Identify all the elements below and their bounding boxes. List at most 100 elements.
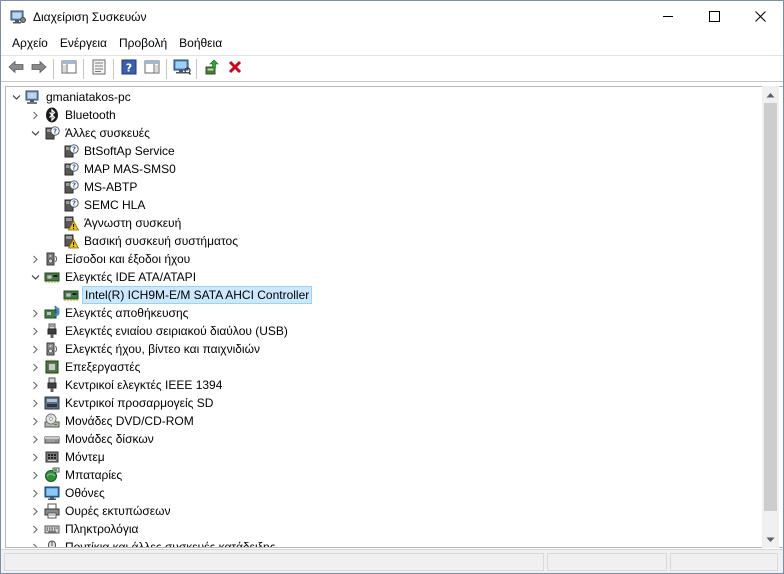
status-pane-main — [4, 553, 544, 571]
tree-category-node[interactable]: Μόντεμ — [29, 448, 107, 466]
tree-category-node[interactable]: Μονάδες DVD/CD-ROM — [29, 412, 196, 430]
toolbar-separator — [53, 58, 54, 79]
close-button[interactable] — [737, 1, 783, 32]
show-hide-action-pane-button[interactable] — [140, 57, 163, 80]
properties-panel-icon — [61, 59, 77, 78]
tree-category-node[interactable]: ? Άλλες συσκευές — [29, 124, 152, 142]
menu-help[interactable]: Βοήθεια — [174, 33, 227, 53]
monitor-scan-icon — [173, 59, 191, 78]
tree-node-label: Ουρές εκτυπώσεων — [65, 504, 171, 518]
tree-node-label: Οθόνες — [65, 486, 105, 500]
tree-node-label: Κεντρικοί ελεγκτές IEEE 1394 — [65, 378, 223, 392]
tree-device-node[interactable]: Βασική συσκευή συστήματος — [48, 232, 240, 250]
vertical-scrollbar[interactable] — [762, 86, 779, 548]
tree-category-node[interactable]: Κεντρικοί προσαρμογείς SD — [29, 394, 215, 412]
printer-icon — [44, 503, 60, 519]
chevron-right-icon[interactable] — [29, 448, 41, 466]
back-button[interactable] — [4, 57, 27, 80]
tree-node-label: MS-ABTP — [84, 180, 138, 194]
tree-category-node[interactable]: Ποντίκια και άλλες συσκευές κατάδειξης — [29, 538, 277, 547]
tree-category-node[interactable]: Μονάδες δίσκων — [29, 430, 156, 448]
scrollbar-thumb[interactable] — [764, 103, 777, 511]
chevron-right-icon[interactable] — [29, 340, 41, 358]
tree-category-node[interactable]: Ελεγκτές ήχου, βίντεο και παιχνιδιών — [29, 340, 262, 358]
svg-text:?: ? — [53, 128, 57, 136]
computer-icon — [25, 89, 41, 105]
tree-device-node[interactable]: ? SEMC HLA — [48, 196, 147, 214]
scroll-up-button[interactable] — [762, 86, 779, 103]
update-driver-button[interactable] — [200, 57, 223, 80]
tree-category-node[interactable]: Πληκτρολόγια — [29, 520, 140, 538]
tree-root-label: gmaniatakos-pc — [46, 90, 131, 104]
tree-category-node[interactable]: Κεντρικοί ελεγκτές IEEE 1394 — [29, 376, 224, 394]
svg-text:?: ? — [72, 200, 76, 208]
properties-sheet-icon — [91, 59, 107, 78]
device-tree-view[interactable]: gmaniatakos-pc Bluetooth? Άλλες συσκευές?… — [5, 86, 783, 548]
tree-device-node[interactable]: ? MS-ABTP — [48, 178, 139, 196]
chevron-right-icon[interactable] — [29, 412, 41, 430]
menu-view[interactable]: Προβολή — [114, 33, 172, 53]
chevron-right-icon[interactable] — [29, 322, 41, 340]
chevron-right-icon[interactable] — [29, 538, 41, 547]
maximize-button[interactable] — [691, 1, 737, 32]
svg-text:?: ? — [72, 146, 76, 154]
storage-controller-icon — [44, 305, 60, 321]
svg-text:?: ? — [125, 62, 131, 75]
dvd-drive-icon — [44, 413, 60, 429]
tree-category-node[interactable]: Ελεγκτές αποθήκευσης — [29, 304, 190, 322]
tree-node-label: BtSoftAp Service — [84, 144, 175, 158]
chevron-right-icon[interactable] — [29, 106, 41, 124]
sd-host-icon — [44, 395, 60, 411]
show-hide-console-tree-button[interactable] — [57, 57, 80, 80]
battery-icon — [44, 467, 60, 483]
menu-file[interactable]: Αρχείο — [7, 33, 53, 53]
keyboard-icon — [44, 521, 60, 537]
chevron-right-icon[interactable] — [29, 430, 41, 448]
unknown-device-icon: ? — [63, 179, 79, 195]
scan-hardware-button[interactable] — [170, 57, 193, 80]
chevron-right-icon[interactable] — [29, 466, 41, 484]
tree-device-node[interactable]: Άγνωστη συσκευή — [48, 214, 183, 232]
tree-category-node[interactable]: Επεξεργαστές — [29, 358, 142, 376]
tree-category-node[interactable]: Είσοδοι και έξοδοι ήχου — [29, 250, 192, 268]
tree-category-node[interactable]: Ουρές εκτυπώσεων — [29, 502, 172, 520]
disk-drive-icon — [44, 431, 60, 447]
tree-device-node[interactable]: ? MAP MAS-SMS0 — [48, 160, 178, 178]
scroll-down-button[interactable] — [762, 531, 779, 548]
minimize-button[interactable] — [645, 1, 691, 32]
chevron-down-icon[interactable] — [10, 88, 22, 106]
properties-button[interactable] — [87, 57, 110, 80]
chevron-down-icon[interactable] — [29, 268, 41, 286]
tree-node-label: Ελεγκτές αποθήκευσης — [65, 306, 189, 320]
chevron-down-icon[interactable] — [29, 124, 41, 142]
warning-device-icon — [63, 215, 80, 231]
chevron-right-icon[interactable] — [29, 376, 41, 394]
ieee1394-icon — [44, 377, 60, 393]
tree-category-node[interactable]: Οθόνες — [29, 484, 107, 502]
tree-device-node[interactable]: ? BtSoftAp Service — [48, 142, 177, 160]
tree-node-label: Intel(R) ICH9M-E/M SATA AHCI Controller — [82, 286, 313, 304]
tree-root-node[interactable]: gmaniatakos-pc — [10, 88, 133, 106]
chevron-right-icon[interactable] — [29, 304, 41, 322]
forward-button[interactable] — [27, 57, 50, 80]
tree-category-node[interactable]: Μπαταρίες — [29, 466, 124, 484]
chevron-right-icon[interactable] — [29, 484, 41, 502]
tree-node-label: Κεντρικοί προσαρμογείς SD — [65, 396, 214, 410]
unknown-device-icon: ? — [63, 197, 79, 213]
chevron-right-icon[interactable] — [29, 394, 41, 412]
help-button[interactable]: ? — [117, 57, 140, 80]
tree-category-node[interactable]: Ελεγκτές ενιαίου σειριακού διαύλου (USB) — [29, 322, 290, 340]
chevron-right-icon[interactable] — [29, 520, 41, 538]
chevron-right-icon[interactable] — [29, 502, 41, 520]
chevron-right-icon[interactable] — [29, 358, 41, 376]
tree-node-label: Επεξεργαστές — [65, 360, 141, 374]
tree-device-node[interactable]: Intel(R) ICH9M-E/M SATA AHCI Controller — [48, 286, 313, 304]
tree-category-node[interactable]: Ελεγκτές IDE ATA/ATAPI — [29, 268, 198, 286]
uninstall-device-button[interactable] — [223, 57, 246, 80]
ide-controller-icon — [44, 269, 60, 285]
tree-node-label: Ελεγκτές ενιαίου σειριακού διαύλου (USB) — [65, 324, 288, 338]
chevron-right-icon[interactable] — [29, 250, 41, 268]
menu-action[interactable]: Ενέργεια — [55, 33, 112, 53]
tree-category-node[interactable]: Bluetooth — [29, 106, 118, 124]
